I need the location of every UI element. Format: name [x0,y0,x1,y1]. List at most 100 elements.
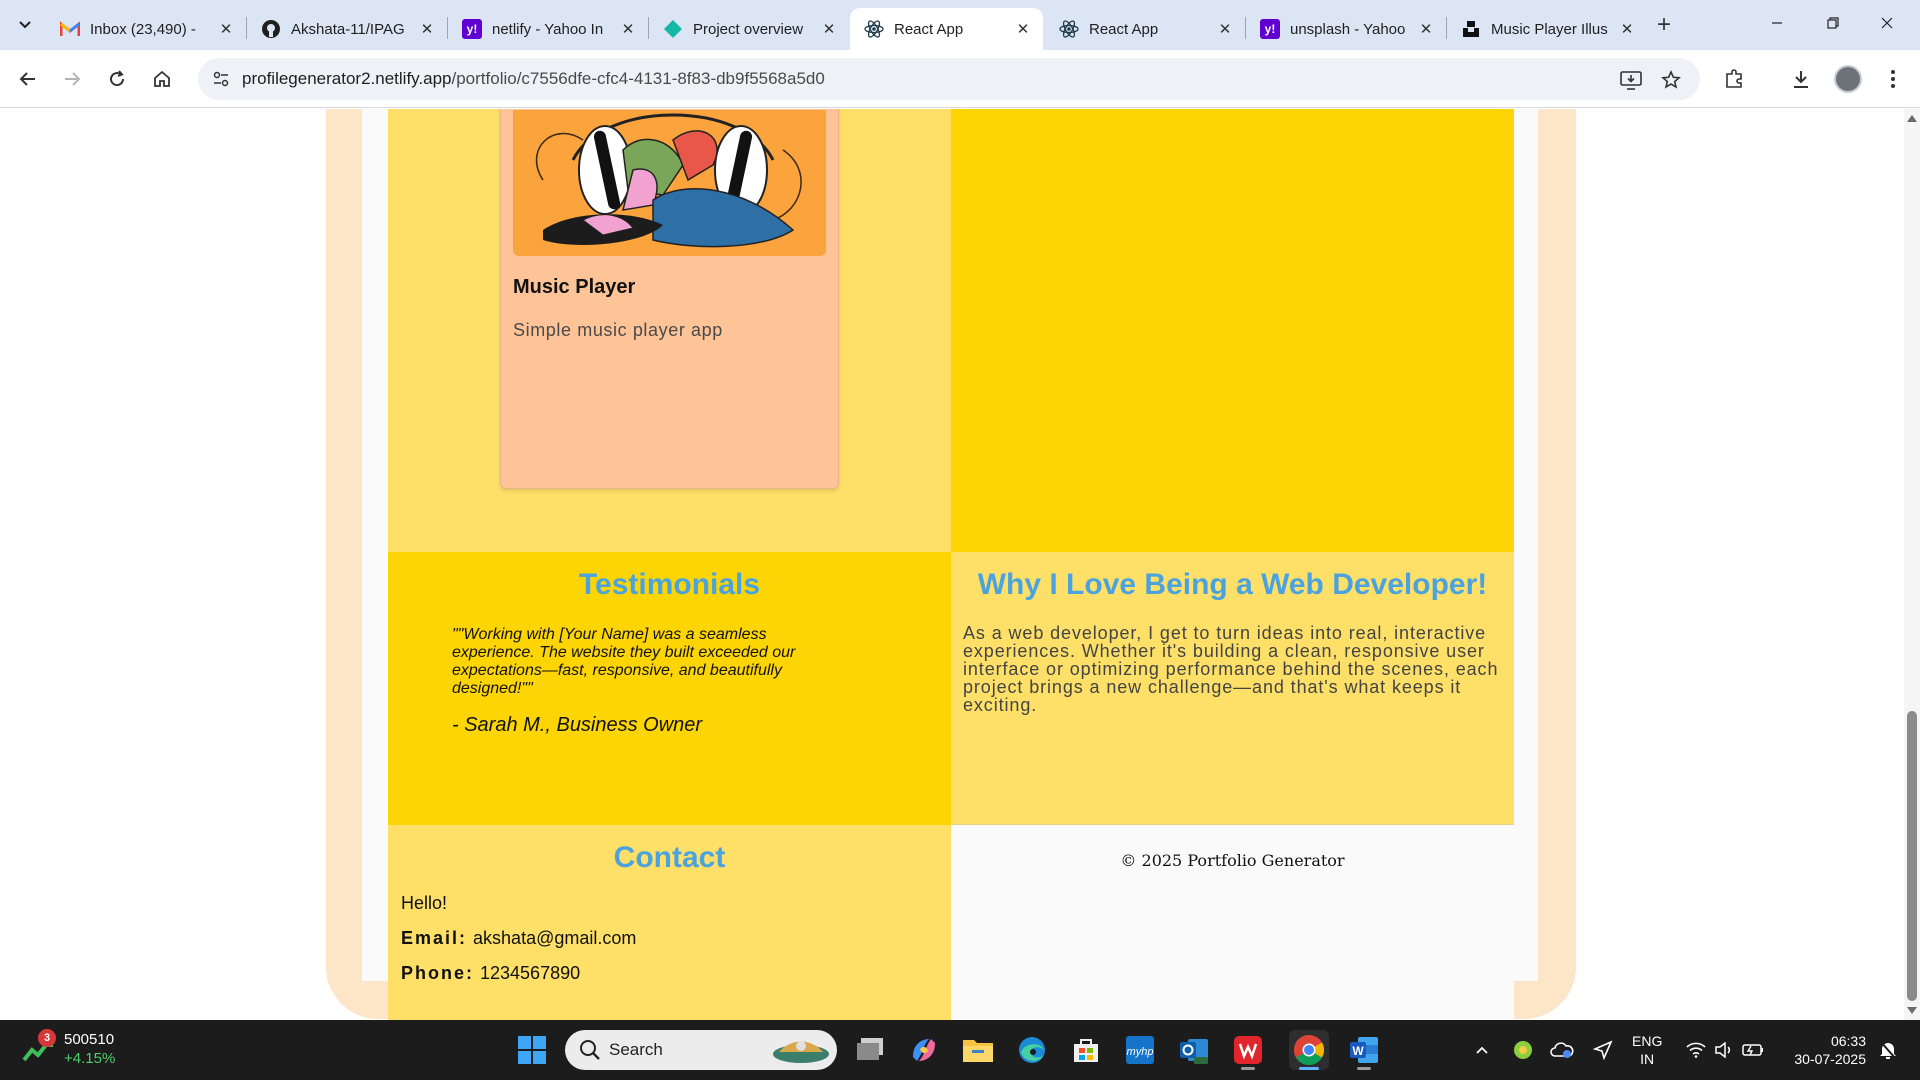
tab-title: unsplash - Yahoo [1290,20,1406,38]
close-tab-icon[interactable]: ✕ [1013,20,1033,38]
restore-button[interactable] [1810,8,1856,42]
tab-yahoo-netlify[interactable]: y! netlify - Yahoo In ✕ [448,8,648,50]
notifications-button[interactable] [1876,1030,1900,1070]
react-icon [864,19,884,39]
phone-value[interactable]: 1234567890 [480,963,580,983]
tab-search-button[interactable] [10,10,40,40]
svg-text:myhp: myhp [1127,1046,1154,1058]
myhp-button[interactable]: myhp [1120,1030,1160,1070]
clock-date: 30-07-2025 [1794,1051,1866,1067]
home-button[interactable] [146,63,178,95]
back-button[interactable] [12,63,44,95]
tray-app-button[interactable] [1510,1030,1536,1070]
tab-title: Music Player Illus [1491,20,1608,38]
start-button[interactable] [512,1030,552,1070]
github-icon [261,19,281,39]
bookmark-button[interactable] [1658,67,1684,93]
tray-app-icon [1514,1041,1532,1059]
store-button[interactable] [1066,1030,1106,1070]
language-indicator[interactable]: ENG IN [1632,1032,1662,1068]
close-window-button[interactable] [1864,8,1910,42]
close-tab-icon[interactable]: ✕ [1416,20,1436,38]
outlook-icon [1180,1039,1208,1064]
project-card[interactable]: Music Player Simple music player app [500,109,839,489]
profile-avatar[interactable] [1834,65,1862,93]
forward-button[interactable] [56,63,88,95]
music-player-illustration [535,113,802,248]
testimonials-heading: Testimonials [578,568,761,601]
tab-react-app-active[interactable]: React App ✕ [850,8,1043,50]
close-tab-icon[interactable]: ✕ [417,20,437,38]
clock[interactable]: 06:33 30-07-2025 [1786,1032,1866,1068]
tab-github[interactable]: Akshata-11/IPAG ✕ [247,8,447,50]
send-icon [1593,1040,1613,1060]
close-tab-icon[interactable]: ✕ [216,20,236,38]
show-hidden-icons-button[interactable] [1470,1030,1494,1070]
myhp-icon: myhp [1126,1036,1154,1064]
close-tab-icon[interactable]: ✕ [1215,20,1235,38]
tab-react-app[interactable]: React App ✕ [1045,8,1245,50]
tab-title: React App [894,20,964,38]
minimize-icon [1772,22,1782,24]
close-tab-icon[interactable]: ✕ [819,20,839,38]
install-app-button[interactable] [1618,67,1644,93]
testimonial-quote: ""Working with [Your Name] was a seamles… [452,626,796,697]
close-tab-icon[interactable]: ✕ [1617,20,1637,38]
word-button[interactable]: W [1344,1030,1384,1070]
tab-title: Project overview [693,20,804,38]
browser-menu-button[interactable] [1878,64,1908,94]
battery-button[interactable] [1740,1030,1766,1070]
stock-widget[interactable]: 3 500510 +4.15% [22,1029,115,1068]
close-tab-icon[interactable]: ✕ [618,20,638,38]
install-icon [1620,71,1642,90]
speaker-icon [1715,1042,1731,1058]
react-icon [1059,19,1079,39]
scroll-thumb[interactable] [1907,711,1917,1001]
site-info-button[interactable] [208,66,234,92]
page-scrollbar[interactable] [1904,109,1920,1020]
wifi-icon [1686,1042,1706,1058]
extensions-button[interactable] [1720,64,1750,94]
new-tab-button[interactable]: + [1650,12,1678,40]
downloads-button[interactable] [1786,64,1816,94]
email-value[interactable]: akshata@gmail.com [473,928,636,948]
project-image [513,110,826,256]
project-title: Music Player [513,276,636,298]
yahoo-icon: y! [462,19,482,39]
project-description: Simple music player app [513,320,723,340]
running-indicator [1241,1067,1255,1070]
onedrive-button[interactable] [1548,1030,1576,1070]
tab-strip: Inbox (23,490) - ✕ Akshata-11/IPAG ✕ y! … [0,0,1920,50]
chrome-button[interactable] [1289,1030,1329,1070]
copilot-button[interactable] [904,1030,944,1070]
word-icon: W [1350,1037,1378,1063]
more-vertical-icon [1891,70,1895,88]
taskbar-search[interactable]: Search [565,1030,837,1070]
tab-yahoo-unsplash[interactable]: y! unsplash - Yahoo ✕ [1246,8,1446,50]
reload-button[interactable] [101,63,133,95]
arrow-left-icon [19,72,35,86]
minimize-button[interactable] [1754,8,1800,42]
chevron-down-icon [19,21,31,29]
edge-button[interactable] [1012,1030,1052,1070]
task-view-button[interactable] [850,1030,890,1070]
testimonial-author: - Sarah M., Business Owner [452,714,703,736]
puzzle-icon [1726,69,1742,88]
scroll-up-icon[interactable] [1907,115,1917,122]
tab-music-player-illustration[interactable]: Music Player Illus ✕ [1447,8,1647,50]
contact-heading: Contact [613,841,726,874]
volume-button[interactable] [1712,1030,1736,1070]
phone-label: Phone: [401,963,474,983]
location-button[interactable] [1590,1030,1616,1070]
file-explorer-button[interactable] [958,1030,998,1070]
wifi-button[interactable] [1684,1030,1708,1070]
close-icon [1881,17,1893,29]
copilot-icon [913,1039,935,1061]
outlook-button[interactable] [1174,1030,1214,1070]
address-bar[interactable]: profilegenerator2.netlify.app/portfolio/… [198,58,1700,100]
tab-project-overview[interactable]: Project overview ✕ [649,8,849,50]
tab-gmail[interactable]: Inbox (23,490) - ✕ [46,8,246,50]
scroll-down-icon[interactable] [1907,1007,1917,1014]
windows-icon [518,1036,546,1064]
wps-office-button[interactable] [1228,1030,1268,1070]
